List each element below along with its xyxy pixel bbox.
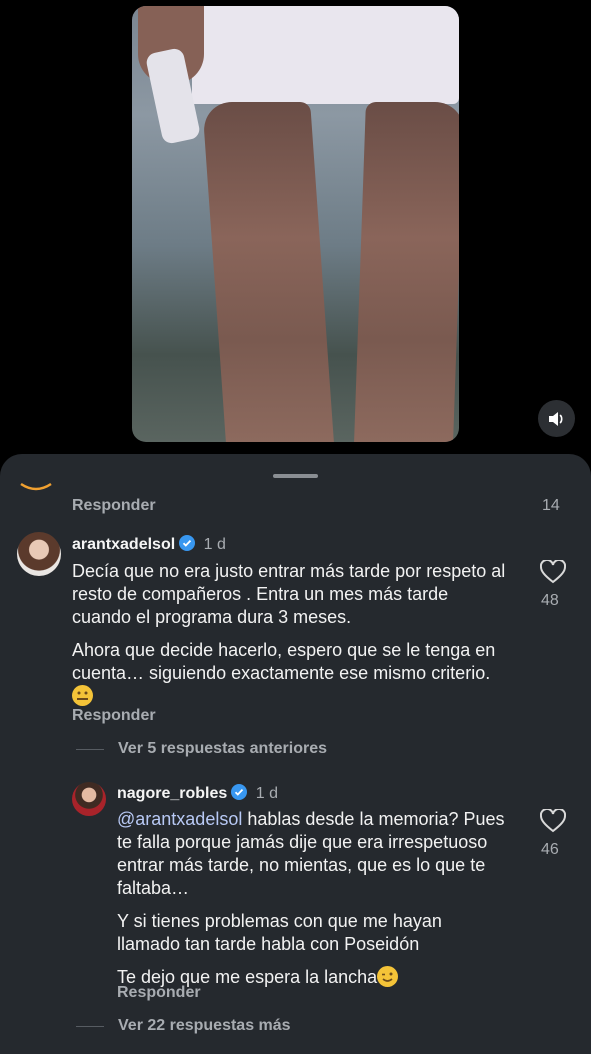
reply-like-count: 46 (541, 841, 559, 858)
comment-paragraph: Decía que no era justo entrar más tarde … (72, 561, 506, 627)
avatar[interactable] (17, 532, 61, 576)
video-frame-leg-right (354, 102, 459, 442)
reply-paragraph: @arantxadelsol hablas desde la memoria? … (117, 809, 505, 898)
video-frame-leg-left (202, 102, 334, 442)
comment-time: 1 d (203, 536, 226, 553)
video-player[interactable] (132, 6, 459, 442)
emoji-winking-face (377, 966, 399, 987)
like-heart-icon[interactable] (540, 560, 566, 584)
like-heart-icon[interactable] (540, 809, 566, 833)
sheet-drag-handle[interactable] (273, 474, 318, 478)
comment-header: arantxadelsol 1 d (72, 535, 226, 554)
sound-toggle-button[interactable] (538, 400, 575, 437)
video-frame-skirt (192, 6, 459, 104)
reply-button[interactable]: Responder (117, 984, 201, 1002)
prev-like-count: 14 (542, 497, 560, 514)
partial-avatar-icon (20, 482, 52, 491)
reply-header: nagore_robles 1 d (117, 784, 278, 803)
view-more-replies-button[interactable]: Ver 22 respuestas más (118, 1017, 291, 1035)
comments-sheet: Responder 14 arantxadelsol 1 d Decía que… (0, 454, 591, 1054)
mention-link[interactable]: @arantxadelsol (117, 809, 242, 829)
comment-like-count: 48 (541, 592, 559, 609)
reply-body: @arantxadelsol hablas desde la memoria? … (117, 808, 509, 989)
reply-paragraph-2: Y si tienes problemas con que me hayan l… (117, 911, 442, 954)
avatar[interactable] (72, 782, 106, 816)
divider-line (76, 1026, 104, 1027)
reply-username[interactable]: nagore_robles (117, 785, 227, 802)
view-previous-replies-button[interactable]: Ver 5 respuestas anteriores (118, 740, 327, 758)
speaker-icon (548, 411, 562, 426)
comment-paragraph-2: Ahora que decide hacerlo, espero que se … (72, 639, 512, 708)
reply-button[interactable]: Responder (72, 707, 156, 725)
prev-reply-button[interactable]: Responder (72, 497, 156, 515)
reply-time: 1 d (255, 785, 278, 802)
comment-body: Decía que no era justo entrar más tarde … (72, 560, 512, 708)
verified-badge-icon (179, 535, 196, 551)
emoji-zipper-mouth (72, 685, 93, 706)
verified-badge-icon (231, 784, 248, 800)
divider-line (76, 749, 104, 750)
comment-username[interactable]: arantxadelsol (72, 536, 175, 553)
